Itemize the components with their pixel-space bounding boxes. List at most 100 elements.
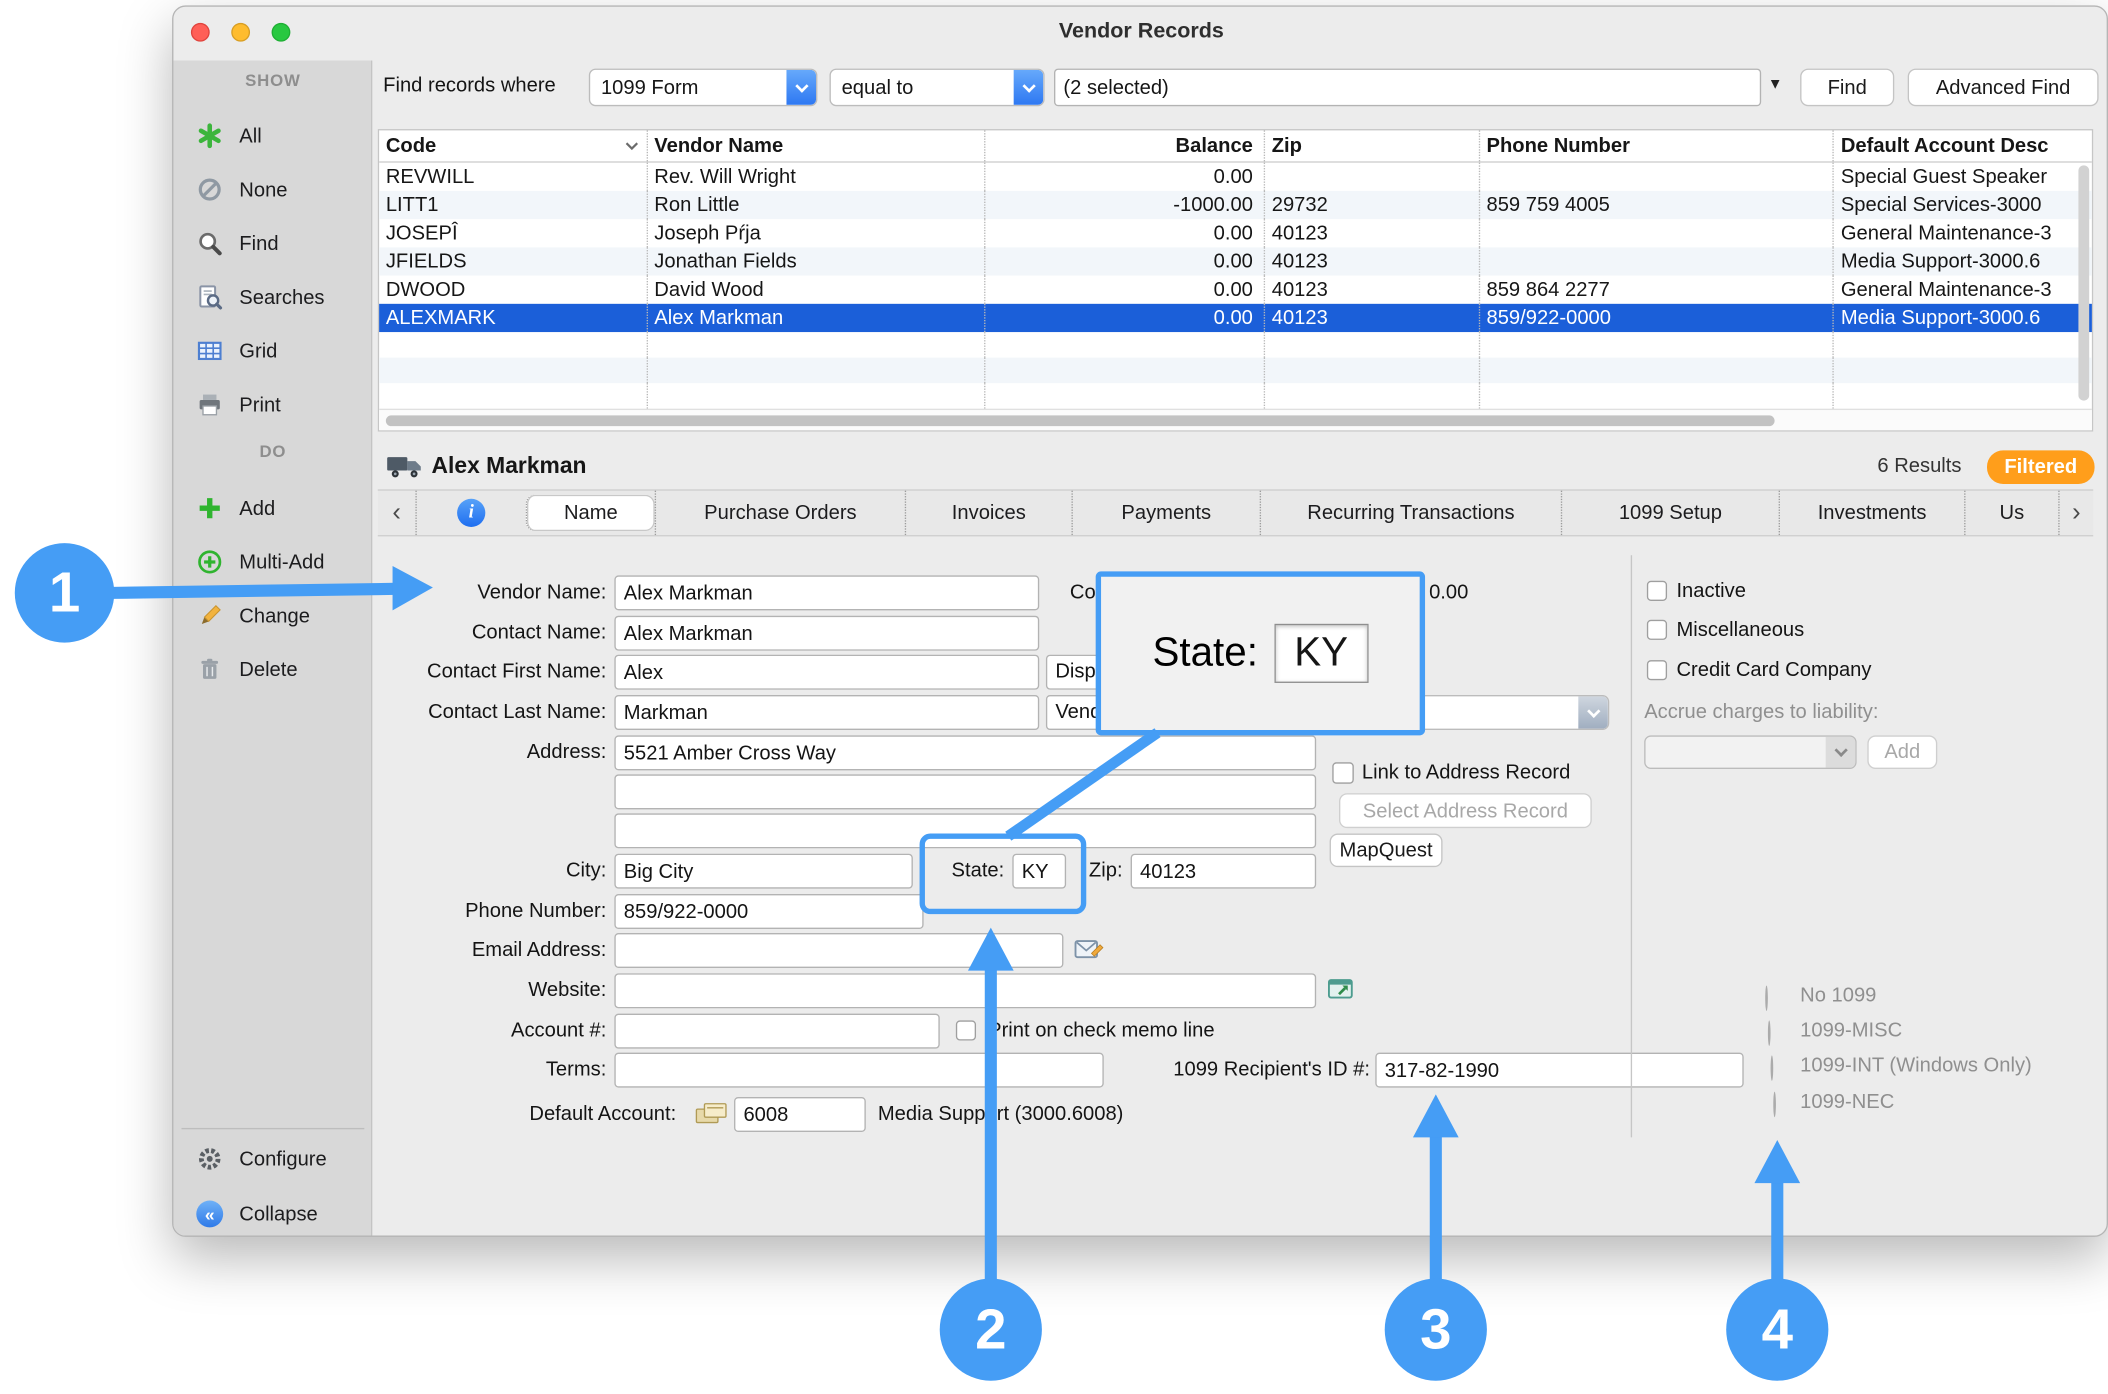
no-1099-radio[interactable]: [1765, 985, 1768, 1011]
website-label: Website:: [284, 973, 607, 1008]
accrue-liability-select[interactable]: [1644, 735, 1856, 769]
tab-name[interactable]: Name: [526, 495, 655, 531]
open-website-icon[interactable]: [1327, 976, 1357, 1010]
1099-int-label: 1099-INT (Windows Only): [1800, 1049, 2108, 1084]
default-account-code-input[interactable]: [734, 1097, 866, 1132]
advanced-find-button[interactable]: Advanced Find: [1908, 69, 2099, 107]
tabs-scroll-right-button[interactable]: ›: [2058, 491, 2093, 535]
table-row[interactable]: JFIELDSJonathan Fields0.0040123Media Sup…: [379, 247, 2092, 275]
zip-input[interactable]: [1131, 854, 1317, 889]
vertical-scrollbar-thumb[interactable]: [2078, 165, 2089, 400]
tab-1099-setup[interactable]: 1099 Setup: [1561, 491, 1779, 535]
phone-number-input[interactable]: [614, 894, 923, 929]
email-address-input[interactable]: [614, 933, 1063, 968]
account-number-input[interactable]: [614, 1014, 939, 1049]
contact-first-name-input[interactable]: [614, 655, 1039, 690]
sidebar-item-all[interactable]: All: [173, 109, 372, 163]
tab-recurring-transactions[interactable]: Recurring Transactions: [1260, 491, 1561, 535]
sidebar-item-add[interactable]: Add: [173, 481, 372, 535]
1099-nec-radio[interactable]: [1773, 1092, 1776, 1118]
table-row[interactable]: REVWILLRev. Will Wright0.00Special Guest…: [379, 163, 2092, 191]
close-window-button[interactable]: [191, 23, 210, 42]
contact-name-input[interactable]: [614, 616, 1039, 651]
account-cards-icon[interactable]: [695, 1100, 730, 1134]
findbar-value-input[interactable]: [1054, 69, 1761, 107]
state-field-highlight: [920, 834, 1087, 915]
contact-first-name-label: Contact First Name:: [284, 655, 607, 690]
column-header-code[interactable]: Code: [379, 130, 647, 161]
address-line1-input[interactable]: [614, 735, 1316, 770]
select-address-record-button[interactable]: Select Address Record: [1339, 793, 1592, 828]
table-row-selected[interactable]: ALEXMARKAlex Markman0.0040123859/922-000…: [379, 304, 2092, 332]
miscellaneous-checkbox[interactable]: [1647, 620, 1667, 640]
terms-input[interactable]: [614, 1053, 1103, 1088]
sidebar-item-collapse[interactable]: « Collapse: [173, 1187, 372, 1237]
compose-email-icon[interactable]: [1074, 936, 1104, 970]
minimize-window-button[interactable]: [231, 23, 250, 42]
default-account-label: Default Account:: [445, 1097, 676, 1132]
scrollbar-thumb[interactable]: [386, 415, 1775, 426]
sidebar-item-none[interactable]: None: [173, 163, 372, 217]
phone-number-label: Phone Number:: [284, 894, 607, 929]
contact-last-name-label: Contact Last Name:: [284, 695, 607, 730]
contact-last-name-input[interactable]: [614, 695, 1039, 730]
contact-name-label: Contact Name:: [284, 616, 607, 651]
accrue-add-button[interactable]: Add: [1867, 735, 1937, 769]
column-header-account[interactable]: Default Account Desc: [1834, 130, 2092, 161]
zoom-window-button[interactable]: [272, 23, 291, 42]
mapquest-button[interactable]: MapQuest: [1330, 834, 1443, 868]
vendor-name-input[interactable]: [614, 575, 1039, 610]
city-input[interactable]: [614, 854, 912, 889]
circle-plus-icon: [195, 549, 225, 576]
column-header-vendor-name[interactable]: Vendor Name: [648, 130, 986, 161]
link-address-checkbox[interactable]: [1332, 762, 1354, 784]
sidebar-item-find[interactable]: Find: [173, 216, 372, 270]
tab-bar: ‹ i Name Purchase Orders Invoices Paymen…: [378, 489, 2093, 536]
findbar-field-select[interactable]: 1099 Form: [589, 69, 818, 107]
find-button[interactable]: Find: [1800, 69, 1894, 107]
sidebar-item-print[interactable]: Print: [173, 378, 372, 432]
table-row[interactable]: JOSEPÎJoseph Pŕja0.0040123General Mainte…: [379, 219, 2092, 247]
sidebar-item-searches[interactable]: Searches: [173, 270, 372, 324]
findbar-operator-select[interactable]: equal to: [829, 69, 1044, 107]
disclosure-triangle-icon[interactable]: ▼: [1768, 77, 1783, 93]
credit-card-company-label: Credit Card Company: [1676, 653, 1972, 688]
1099-int-radio[interactable]: [1771, 1055, 1774, 1081]
tab-investments[interactable]: Investments: [1779, 491, 1965, 535]
sidebar-item-configure[interactable]: Configure: [173, 1132, 372, 1186]
default-account-desc: Media Support (3000.6008): [878, 1097, 1322, 1132]
tabs-scroll-left-button[interactable]: ‹: [378, 491, 416, 535]
recipient-id-input[interactable]: [1375, 1053, 1743, 1088]
inactive-checkbox[interactable]: [1647, 581, 1667, 601]
sidebar-item-label: None: [239, 178, 287, 201]
column-header-balance[interactable]: Balance: [986, 130, 1265, 161]
printer-icon: [195, 391, 225, 418]
tab-us-truncated[interactable]: Us: [1964, 491, 2058, 535]
tab-invoices[interactable]: Invoices: [905, 491, 1072, 535]
column-header-phone[interactable]: Phone Number: [1480, 130, 1834, 161]
findbar-field-value: 1099 Form: [590, 76, 786, 99]
sidebar-item-label: All: [239, 124, 261, 147]
accrue-liability-label: Accrue charges to liability:: [1644, 695, 1953, 730]
sidebar-item-label: Find: [239, 232, 278, 255]
print-memo-checkbox[interactable]: [956, 1020, 976, 1040]
truck-icon: [386, 453, 424, 487]
sidebar-divider: [181, 1128, 364, 1129]
credit-card-company-checkbox[interactable]: [1647, 660, 1667, 680]
tab-purchase-orders[interactable]: Purchase Orders: [655, 491, 905, 535]
table-row[interactable]: DWOODDavid Wood0.0040123859 864 2277Gene…: [379, 276, 2092, 304]
address-line2-input[interactable]: [614, 774, 1316, 809]
sidebar-item-grid[interactable]: Grid: [173, 324, 372, 378]
terms-label: Terms:: [284, 1053, 607, 1088]
findbar-label: Find records where: [383, 69, 585, 107]
tab-payments[interactable]: Payments: [1071, 491, 1259, 535]
sidebar-item-label: Print: [239, 393, 280, 416]
sidebar-item-label: Grid: [239, 339, 277, 362]
horizontal-scrollbar[interactable]: [379, 409, 2092, 431]
website-input[interactable]: [614, 973, 1316, 1008]
table-row[interactable]: LITT1Ron Little-1000.0029732859 759 4005…: [379, 191, 2092, 219]
1099-misc-radio[interactable]: [1768, 1020, 1771, 1046]
column-header-zip[interactable]: Zip: [1265, 130, 1480, 161]
chevron-double-left-icon: «: [195, 1201, 225, 1228]
record-info-button[interactable]: i: [415, 491, 525, 535]
